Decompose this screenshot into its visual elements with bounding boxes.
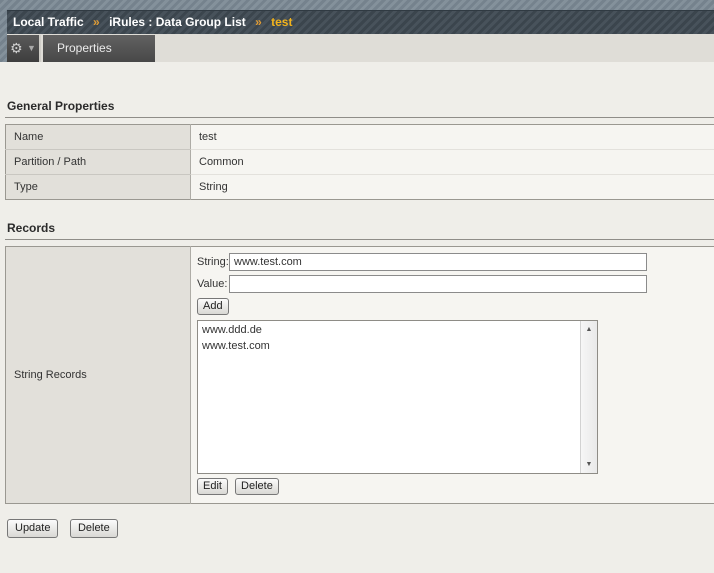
breadcrumb-item-data-group-list[interactable]: iRules : Data Group List	[109, 15, 246, 29]
chevron-down-icon: ▼	[27, 43, 36, 53]
breadcrumb-separator-icon: »	[87, 15, 106, 29]
value-input[interactable]	[229, 275, 647, 293]
list-item[interactable]: www.ddd.de	[198, 322, 579, 338]
value-input-label: Value:	[197, 278, 229, 290]
breadcrumb-item-current: test	[271, 15, 292, 29]
string-input-label: String:	[197, 256, 229, 268]
name-label: Name	[6, 125, 191, 150]
general-properties-heading: General Properties	[5, 99, 714, 118]
add-button[interactable]: Add	[197, 298, 229, 315]
delete-record-button[interactable]: Delete	[235, 478, 279, 495]
type-value: String	[191, 175, 714, 200]
tab-strip: ⚙ ▼ Properties	[7, 34, 714, 62]
type-label: Type	[6, 175, 191, 200]
update-button[interactable]: Update	[7, 519, 58, 538]
listbox-scrollbar[interactable]: ▲ ▼	[580, 321, 597, 473]
string-records-listbox[interactable]: www.ddd.de www.test.com ▲ ▼	[197, 320, 598, 474]
tab-properties-label: Properties	[57, 41, 112, 55]
gear-icon: ⚙	[10, 41, 23, 57]
partition-path-value: Common	[191, 150, 714, 175]
add-row: Add	[197, 298, 714, 315]
table-row: Name test	[6, 125, 714, 150]
list-item[interactable]: www.test.com	[198, 338, 579, 354]
scroll-up-icon[interactable]: ▲	[581, 322, 597, 337]
records-heading: Records	[5, 221, 714, 240]
breadcrumb: Local Traffic » iRules : Data Group List…	[7, 10, 714, 34]
table-row: String Records String: Value: Add www.dd…	[6, 247, 714, 504]
value-field-row: Value:	[197, 275, 714, 293]
string-input[interactable]	[229, 253, 647, 271]
listbox-items: www.ddd.de www.test.com	[198, 322, 579, 354]
scroll-down-icon[interactable]: ▼	[581, 457, 597, 472]
footer-actions: Update Delete	[7, 518, 714, 538]
edit-button[interactable]: Edit	[197, 478, 228, 495]
string-field-row: String:	[197, 253, 714, 271]
breadcrumb-separator-icon: »	[249, 15, 268, 29]
main-content: General Properties Name test Partition /…	[0, 62, 714, 573]
breadcrumb-item-local-traffic[interactable]: Local Traffic	[13, 15, 84, 29]
table-row: Type String	[6, 175, 714, 200]
name-value: test	[191, 125, 714, 150]
edit-row: Edit Delete	[197, 478, 714, 495]
delete-button[interactable]: Delete	[70, 519, 118, 538]
string-records-label: String Records	[6, 247, 191, 504]
string-records-editor: String: Value: Add www.ddd.de www.test.c…	[191, 247, 714, 504]
records-table: String Records String: Value: Add www.dd…	[5, 246, 714, 504]
partition-path-label: Partition / Path	[6, 150, 191, 175]
table-row: Partition / Path Common	[6, 150, 714, 175]
general-properties-table: Name test Partition / Path Common Type S…	[5, 124, 714, 200]
